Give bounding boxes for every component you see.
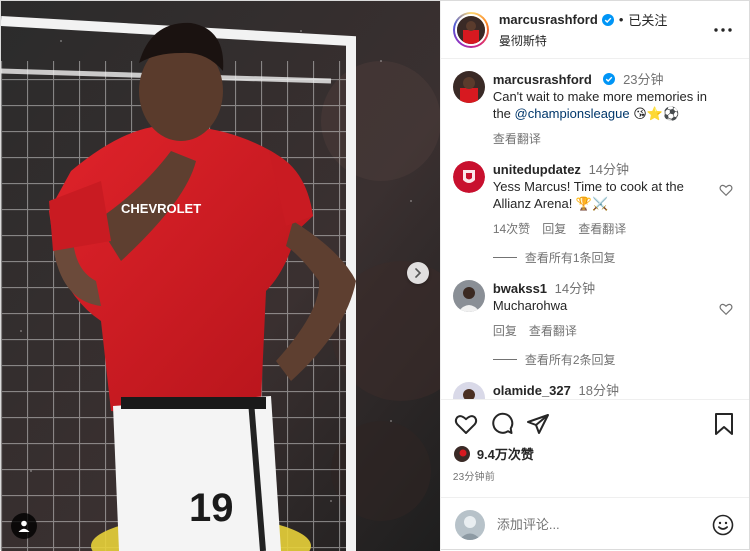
photo-illustration: CHEVROLET 19 [1,1,440,551]
comment-item: unitedupdatez 14分钟 Yess Marcus! Time to … [452,161,735,237]
replies-divider [492,359,517,360]
post-side-panel: marcusrashford • 已关注 曼彻斯特 marcusrashford… [439,1,749,551]
comment-item: olamide_327 18分钟 [452,382,735,399]
view-replies-button[interactable]: 查看所有1条回复 [492,249,735,266]
author-username[interactable]: marcusrashford [499,12,598,27]
share-button[interactable] [525,411,551,437]
avatar-image [452,71,485,103]
comment-username[interactable]: unitedupdatez [493,162,581,177]
caption-time: 23分钟 [623,72,664,87]
comment-like-count[interactable]: 14次赞 [493,220,530,237]
emoji-picker-button[interactable] [711,513,735,537]
avatar-image [453,445,470,462]
comment-button[interactable] [489,411,515,437]
post-actions: 9.4万次赞 23分钟前 [440,399,749,483]
avatar-image [454,509,485,540]
like-button[interactable] [453,411,479,437]
see-translation-link[interactable]: 查看翻译 [578,220,626,237]
see-translation-link[interactable]: 查看翻译 [493,130,541,147]
comment-text: Mucharohwa [492,298,568,313]
separator-dot: • [618,12,624,27]
bookmark-icon [715,413,733,435]
post-timestamp[interactable]: 23分钟前 [453,468,737,483]
heart-icon [454,415,477,434]
shirt-number: 19 [189,486,234,530]
comment-text: Yess Marcus! Time to cook at the Allianz… [492,179,684,211]
avatar-image [452,382,485,399]
following-button[interactable]: 已关注 [628,10,667,29]
see-translation-link[interactable]: 查看翻译 [529,322,577,339]
post-modal: CHEVROLET 19 marcusrashford • 已关注 曼彻斯特 m… [0,0,750,551]
post-location[interactable]: 曼彻斯特 [499,32,711,49]
comment-like-heart-icon[interactable] [719,302,733,316]
post-photo[interactable]: CHEVROLET 19 [1,1,440,551]
next-photo-button[interactable] [407,262,429,284]
comment-like-heart-icon[interactable] [719,183,733,197]
reply-button[interactable]: 回复 [493,322,517,339]
view-replies-button[interactable]: 查看所有2条回复 [492,351,735,368]
tagged-users-button[interactable] [11,513,37,539]
comment-username[interactable]: bwakss1 [493,281,547,296]
comments-list[interactable]: marcusrashford 23分钟 Can't wait to make m… [441,59,749,399]
jersey-sponsor: CHEVROLET [121,201,201,216]
comment-bubble-icon [492,412,514,434]
current-user-avatar [454,509,485,540]
liker-avatar[interactable] [452,444,471,463]
view-replies-label: 查看所有1条回复 [524,251,616,265]
comment-username[interactable]: olamide_327 [493,383,571,398]
caption-username[interactable]: marcusrashford [493,72,592,87]
caption-emojis: 😘⭐⚽ [629,106,680,121]
comment-item: bwakss1 14分钟 Mucharohwa 回复 查看翻译 [452,280,735,339]
reply-button[interactable]: 回复 [542,220,566,237]
avatar-image [456,15,485,44]
user-tag-icon [18,520,30,532]
replies-divider [492,257,517,258]
caption: marcusrashford 23分钟 Can't wait to make m… [452,71,735,147]
more-options-button[interactable] [711,18,735,42]
comment-time: 14分钟 [588,162,630,177]
comment-input[interactable] [496,517,711,532]
save-button[interactable] [711,411,737,437]
commenter-avatar[interactable] [452,161,485,193]
smiley-icon [712,514,734,535]
add-comment-bar [440,497,749,551]
author-avatar[interactable] [452,11,489,48]
comment-time: 18分钟 [578,383,619,398]
post-header: marcusrashford • 已关注 曼彻斯特 [440,1,749,59]
view-replies-label: 查看所有2条回复 [524,353,616,367]
comment-time: 14分钟 [554,281,596,296]
ellipsis-icon [714,27,732,32]
chevron-right-icon [415,268,422,278]
commenter-avatar[interactable] [452,280,485,312]
avatar-image [452,161,485,193]
avatar-image [452,280,485,312]
paper-plane-icon [526,414,549,434]
verified-badge-icon [603,73,616,85]
caption-avatar[interactable] [452,71,485,103]
like-count[interactable]: 9.4万次赞 [477,444,534,463]
likes-summary: 9.4万次赞 [452,444,737,463]
mention-link[interactable]: @championsleague [515,106,630,121]
verified-badge-icon [601,13,614,26]
commenter-avatar[interactable] [452,382,485,399]
